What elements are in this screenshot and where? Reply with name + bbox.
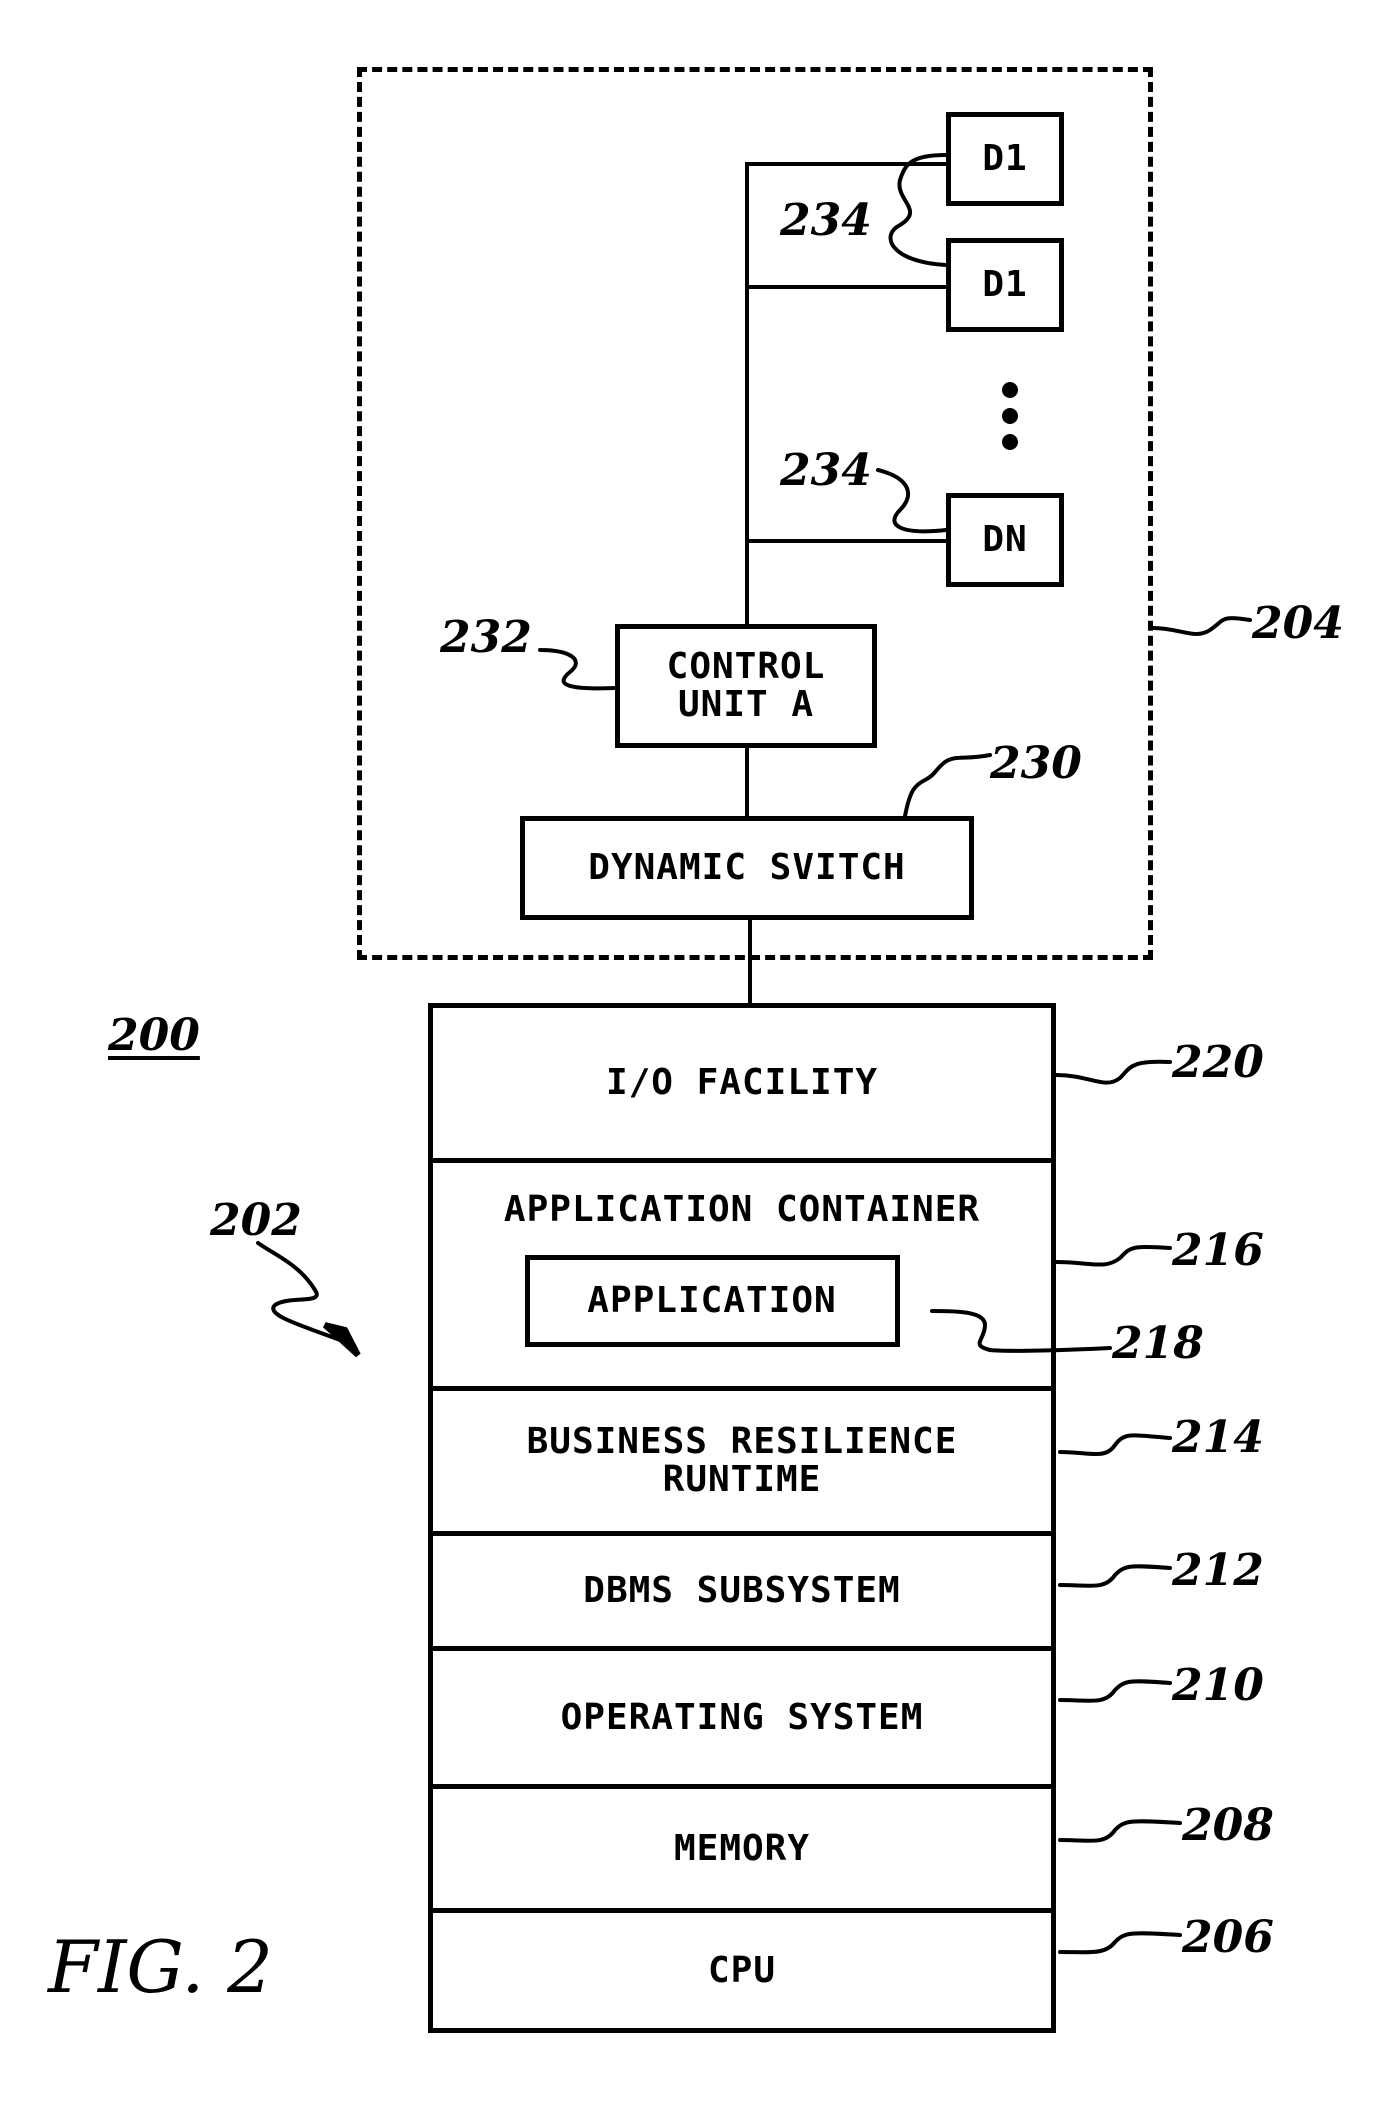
ref-206: 206 — [1182, 1912, 1274, 1963]
ref-220: 220 — [1172, 1037, 1264, 1088]
ref-212: 212 — [1172, 1545, 1264, 1596]
ref-202: 202 — [210, 1195, 302, 1246]
leader-220 — [1054, 1059, 1172, 1085]
leader-214 — [1058, 1433, 1172, 1457]
ref-210: 210 — [1172, 1660, 1264, 1711]
ref-230: 230 — [990, 738, 1082, 789]
ref-214: 214 — [1172, 1412, 1264, 1463]
leader-232 — [538, 648, 617, 691]
ref-204: 204 — [1252, 598, 1344, 649]
arrowhead-202 — [322, 1322, 361, 1358]
ref-200: 200 — [108, 1010, 200, 1061]
leader-208 — [1058, 1819, 1182, 1843]
leader-218 — [930, 1309, 1112, 1353]
leader-230 — [903, 753, 992, 818]
leader-234-dn — [876, 468, 948, 534]
leader-204 — [1151, 616, 1252, 636]
ref-234-top: 234 — [780, 195, 872, 246]
leader-210 — [1058, 1679, 1172, 1703]
ref-232: 232 — [440, 612, 532, 663]
ref-216: 216 — [1172, 1225, 1264, 1276]
ref-234-bottom: 234 — [780, 445, 872, 496]
leader-216 — [1054, 1244, 1172, 1267]
leader-206 — [1058, 1931, 1182, 1955]
leader-234-d1 — [888, 153, 948, 267]
leader-212 — [1058, 1564, 1172, 1588]
ref-208: 208 — [1182, 1800, 1274, 1851]
ref-218: 218 — [1112, 1318, 1204, 1369]
figure-label: FIG. 2 — [48, 1925, 273, 2009]
